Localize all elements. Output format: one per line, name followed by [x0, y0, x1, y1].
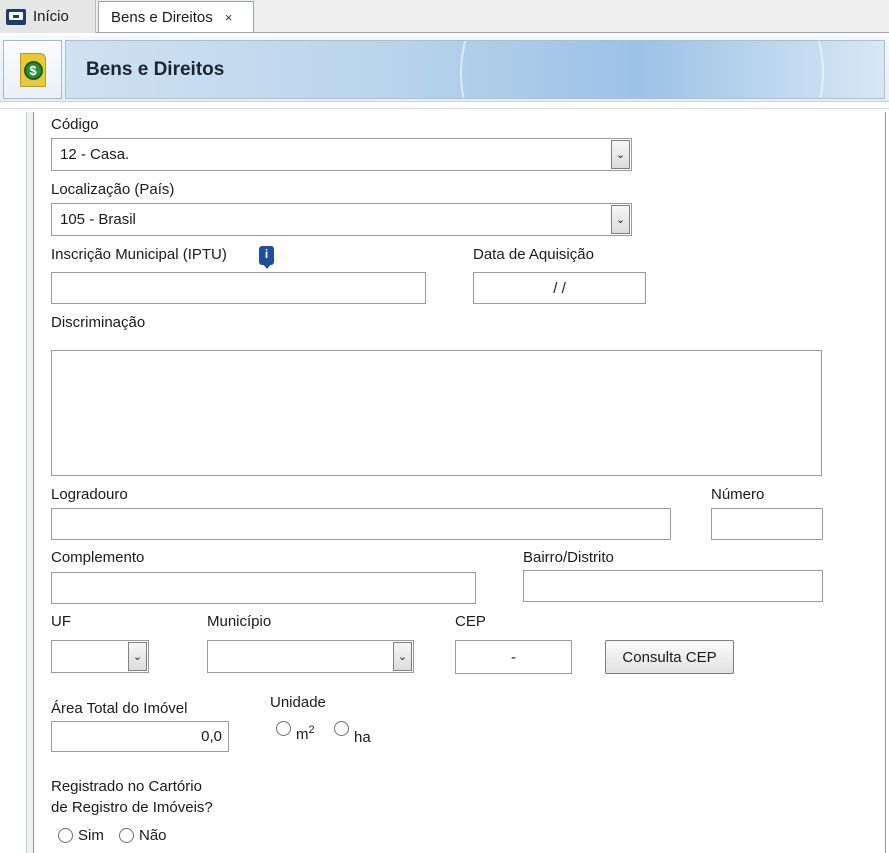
tab-bens-e-direitos[interactable]: Bens e Direitos ×: [98, 1, 254, 32]
codigo-label: Código: [51, 116, 99, 133]
iptu-label: Inscrição Municipal (IPTU): [51, 246, 227, 263]
receita-logo-icon: [6, 8, 26, 25]
chevron-down-icon[interactable]: ⌄: [128, 642, 147, 671]
bairro-label: Bairro/Distrito: [523, 549, 614, 566]
chevron-down-icon[interactable]: ⌄: [611, 205, 630, 234]
unidade-m2-label: m2: [296, 724, 315, 743]
info-icon[interactable]: i: [259, 246, 274, 269]
bairro-input[interactable]: [523, 570, 823, 602]
unidade-m2-text: m: [296, 726, 309, 743]
localizacao-value: 105 - Brasil: [60, 211, 136, 228]
left-rail: [26, 112, 34, 853]
registrado-label-line2: de Registro de Imóveis?: [51, 799, 213, 816]
uf-select[interactable]: ⌄: [51, 640, 149, 673]
complemento-label: Complemento: [51, 549, 145, 566]
tab-inicio-label: Início: [33, 8, 69, 25]
page-title: Bens e Direitos: [86, 59, 225, 80]
discriminacao-textarea[interactable]: [51, 350, 822, 476]
uf-label: UF: [51, 613, 71, 630]
unidade-ha-radio[interactable]: [334, 721, 349, 736]
registrado-sim-label: Sim: [78, 827, 104, 844]
tab-bens-e-direitos-label: Bens e Direitos: [111, 8, 213, 26]
unidade-ha-label: ha: [354, 729, 371, 746]
area-total-label: Área Total do Imóvel: [51, 700, 188, 717]
header-banner: Bens e Direitos: [65, 40, 885, 99]
coin-icon: $: [23, 60, 43, 80]
discriminacao-label: Discriminação: [51, 314, 146, 331]
registrado-label-line1: Registrado no Cartório: [51, 778, 202, 795]
unidade-label: Unidade: [270, 694, 326, 711]
data-aquisicao-label: Data de Aquisição: [473, 246, 594, 263]
numero-label: Número: [711, 486, 765, 503]
municipio-select[interactable]: ⌄: [207, 640, 414, 673]
unidade-m2-sup: 2: [308, 724, 315, 736]
registrado-nao-label: Não: [139, 827, 167, 844]
tab-bar: Início Bens e Direitos ×: [0, 0, 889, 33]
localizacao-label: Localização (País): [51, 181, 175, 198]
numero-input[interactable]: [711, 508, 823, 540]
logradouro-label: Logradouro: [51, 486, 128, 503]
tab-inicio[interactable]: Início: [0, 0, 96, 33]
chevron-down-icon[interactable]: ⌄: [393, 642, 412, 671]
chevron-down-icon[interactable]: ⌄: [611, 140, 630, 169]
iptu-input[interactable]: [51, 272, 426, 304]
localizacao-select[interactable]: 105 - Brasil ⌄: [51, 203, 632, 236]
right-rail: [885, 112, 889, 853]
divider: [0, 108, 889, 109]
data-aquisicao-input[interactable]: / /: [473, 272, 646, 304]
codigo-select[interactable]: 12 - Casa. ⌄: [51, 138, 632, 171]
close-icon[interactable]: ×: [225, 10, 233, 25]
registrado-sim-radio[interactable]: [58, 828, 73, 843]
cep-input[interactable]: -: [455, 640, 572, 674]
cep-label: CEP: [455, 613, 486, 630]
area-total-input[interactable]: 0,0: [51, 721, 229, 752]
municipio-label: Município: [207, 613, 272, 630]
unidade-m2-radio[interactable]: [276, 721, 291, 736]
page-header: $ Bens e Direitos: [0, 36, 889, 102]
complemento-input[interactable]: [51, 572, 476, 604]
logradouro-input[interactable]: [51, 508, 671, 540]
header-icon-box: $: [3, 40, 62, 99]
money-document-icon: $: [19, 52, 46, 87]
consulta-cep-button[interactable]: Consulta CEP: [605, 640, 734, 674]
codigo-value: 12 - Casa.: [60, 146, 130, 163]
registrado-nao-radio[interactable]: [119, 828, 134, 843]
